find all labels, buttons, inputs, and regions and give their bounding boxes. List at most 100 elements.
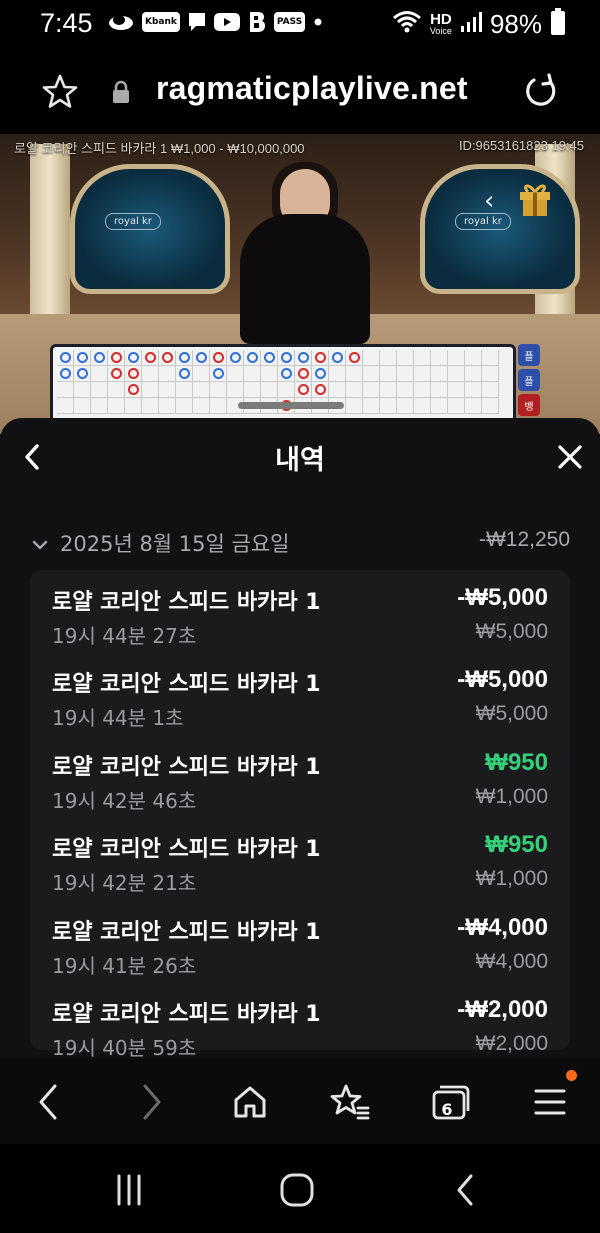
stake-amount: ₩2,000 (475, 1032, 548, 1055)
drag-handle[interactable] (238, 402, 344, 409)
roadmap-cell (125, 398, 142, 414)
roadmap-cell (74, 398, 91, 414)
collapse-chevron-icon[interactable]: ‹ (484, 186, 494, 216)
roadmap-cell (108, 382, 125, 398)
roadmap-cell (210, 382, 227, 398)
list-item[interactable]: 로얄 코리안 스피드 바카라 1 19시 44분 1초 -₩5,000 ₩5,0… (30, 660, 570, 742)
roadmap-cell (329, 350, 346, 366)
roadmap-cell (482, 350, 499, 366)
player-bead (59, 368, 71, 379)
chevron-down-icon[interactable] (32, 536, 48, 550)
roadmap-cell (414, 366, 431, 382)
roadmap-cell (125, 350, 142, 366)
roadmap-cell (244, 350, 261, 366)
close-icon[interactable] (557, 444, 583, 470)
roadmap-cell (176, 382, 193, 398)
bead-roadmap[interactable] (50, 344, 516, 424)
roadmap-cell (295, 350, 312, 366)
tabs-icon[interactable]: 6 (426, 1078, 474, 1126)
system-indicators: HD Voice 98% (392, 8, 566, 40)
roadmap-cell (176, 366, 193, 382)
banker-bead (110, 368, 122, 379)
stake-amount: ₩1,000 (475, 867, 548, 890)
player-bead (229, 352, 241, 363)
roadmap-cell (210, 350, 227, 366)
banker-bead (161, 352, 173, 363)
roadmap-cell (74, 366, 91, 382)
player-bead (59, 352, 71, 363)
list-item[interactable]: 로얄 코리안 스피드 바카라 1 19시 42분 21초 ₩950 ₩1,000 (30, 825, 570, 907)
player-bead (331, 352, 343, 363)
roadmap-cell (125, 366, 142, 382)
battery-icon (550, 8, 566, 40)
roadmap-cell (482, 366, 499, 382)
roadmap-cell (346, 382, 363, 398)
side-tab-player[interactable]: 플 (518, 344, 540, 366)
url-text[interactable]: ragmaticplaylive.net (156, 70, 468, 107)
bookmark-star-icon[interactable] (40, 72, 80, 112)
roadmap-cell (431, 350, 448, 366)
roadmap-cell (312, 366, 329, 382)
status-time: 7:45 (40, 8, 93, 38)
game-name: 로얄 코리안 스피드 바카라 1 (52, 1002, 321, 1027)
message-icon (188, 10, 206, 34)
list-item[interactable]: 로얄 코리안 스피드 바카라 1 19시 42분 46초 ₩950 ₩1,000 (30, 743, 570, 825)
player-bead (178, 368, 190, 379)
list-item[interactable]: 로얄 코리안 스피드 바카라 1 19시 41분 26초 -₩4,000 ₩4,… (30, 908, 570, 990)
roadmap-cell (227, 382, 244, 398)
roadmap-cell (91, 382, 108, 398)
game-name: 로얄 코리안 스피드 바카라 1 (52, 837, 321, 862)
roadmap-cell (159, 366, 176, 382)
menu-icon[interactable] (526, 1078, 574, 1126)
banker-bead (314, 352, 326, 363)
roadmap-cell (244, 366, 261, 382)
youtube-icon (213, 10, 240, 34)
lock-icon[interactable] (110, 80, 132, 104)
game-name: 로얄 코리안 스피드 바카라 1 (52, 590, 321, 615)
roadmap-cell (57, 398, 74, 414)
home-button-icon[interactable] (272, 1168, 322, 1212)
dot-icon (313, 10, 323, 34)
roadmap-cell (295, 366, 312, 382)
recent-apps-icon[interactable] (104, 1168, 154, 1212)
list-item[interactable]: 로얄 코리안 스피드 바카라 1 19시 44분 27초 -₩5,000 ₩5,… (30, 578, 570, 660)
gift-icon[interactable] (518, 178, 552, 218)
player-bead (93, 352, 105, 363)
player-bead (280, 368, 292, 379)
status-bar: 7:45 Kbank PASS HD Voice 98% (0, 0, 600, 50)
game-name: 로얄 코리안 스피드 바카라 1 (52, 672, 321, 697)
reload-icon[interactable] (520, 72, 560, 112)
stake-amount: ₩5,000 (475, 620, 548, 643)
roadmap-cell (142, 350, 159, 366)
roadmap-cell (363, 350, 380, 366)
player-bead (280, 352, 292, 363)
date-group-header[interactable]: 2025년 8월 15일 금요일 -₩12,250 (30, 528, 570, 558)
home-icon[interactable] (226, 1078, 274, 1126)
roadmap-cell (414, 350, 431, 366)
b-app-icon (248, 10, 266, 34)
back-icon[interactable] (24, 1078, 72, 1126)
bet-time: 19시 42분 21초 (52, 871, 197, 895)
forward-icon[interactable] (128, 1078, 176, 1126)
roadmap-cell (431, 398, 448, 414)
roadmap-cell (210, 366, 227, 382)
banker-bead (297, 368, 309, 379)
roadmap-cell (159, 398, 176, 414)
player-bead (178, 352, 190, 363)
game-name: 로얄 코리안 스피드 바카라 1 (52, 755, 321, 780)
screen-logo: royal kr (455, 213, 511, 230)
roadmap-cell (465, 366, 482, 382)
stake-amount: ₩4,000 (475, 950, 548, 973)
live-game-view[interactable]: royal kr royal kr 로얄 코리안 스피드 바카라 1 ₩1,00… (0, 134, 600, 434)
banker-bead (110, 352, 122, 363)
list-item[interactable]: 로얄 코리안 스피드 바카라 1 19시 40분 59초 -₩2,000 ₩2,… (30, 990, 570, 1058)
player-bead (195, 352, 207, 363)
battery-percent: 98% (489, 8, 542, 39)
side-tab-player[interactable]: 플 (518, 369, 540, 391)
bookmarks-icon[interactable] (326, 1078, 374, 1126)
roadmap-cell (482, 382, 499, 398)
roadmap-cell (312, 382, 329, 398)
system-back-icon[interactable] (440, 1168, 490, 1212)
side-tab-banker[interactable]: 뱅 (518, 394, 540, 416)
roadmap-cell (227, 366, 244, 382)
